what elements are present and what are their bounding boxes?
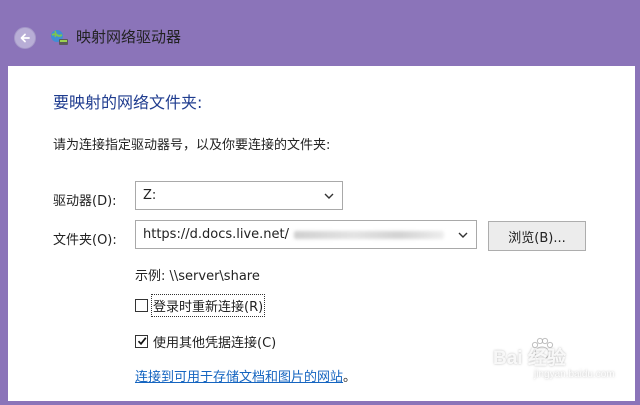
redacted-path	[294, 231, 444, 239]
network-drive-icon	[51, 30, 68, 45]
chevron-down-icon	[458, 232, 468, 238]
browse-button[interactable]: 浏览(B)...	[488, 221, 586, 251]
drive-label: 驱动器(D):	[53, 194, 117, 209]
watermark-brand: Bai 经验	[493, 348, 566, 369]
drive-value: Z:	[143, 188, 157, 203]
website-link-row: 连接到可用于存储文档和图片的网站。	[135, 366, 356, 385]
title-bar: 映射网络驱动器	[0, 0, 640, 66]
folder-combo[interactable]: https://d.docs.live.net/	[135, 220, 477, 249]
example-text: 示例: \\server\share	[135, 269, 260, 284]
credentials-label: 使用其他凭据连接(C)	[153, 336, 277, 351]
credentials-checkbox[interactable]	[135, 335, 148, 348]
back-button[interactable]	[14, 27, 36, 49]
instruction-text: 请为连接指定驱动器号，以及你要连接的文件夹:	[53, 138, 331, 153]
reconnect-label: 登录时重新连接(R)	[150, 294, 266, 317]
folder-label: 文件夹(O):	[53, 233, 117, 248]
reconnect-option[interactable]: 登录时重新连接(R)	[135, 294, 266, 317]
back-arrow-icon	[20, 33, 30, 43]
drive-select[interactable]: Z:	[135, 181, 343, 210]
page-heading: 要映射的网络文件夹:	[53, 93, 203, 112]
website-link[interactable]: 连接到可用于存储文档和图片的网站	[135, 370, 343, 385]
watermark-url: jingyan.baidu.com	[534, 369, 615, 380]
folder-value: https://d.docs.live.net/	[143, 227, 290, 242]
window-title: 映射网络驱动器	[76, 28, 182, 46]
credentials-option[interactable]: 使用其他凭据连接(C)	[135, 332, 276, 351]
checkmark-icon	[137, 337, 147, 346]
link-suffix: 。	[343, 370, 357, 385]
reconnect-checkbox[interactable]	[135, 299, 148, 312]
chevron-down-icon	[324, 193, 334, 199]
